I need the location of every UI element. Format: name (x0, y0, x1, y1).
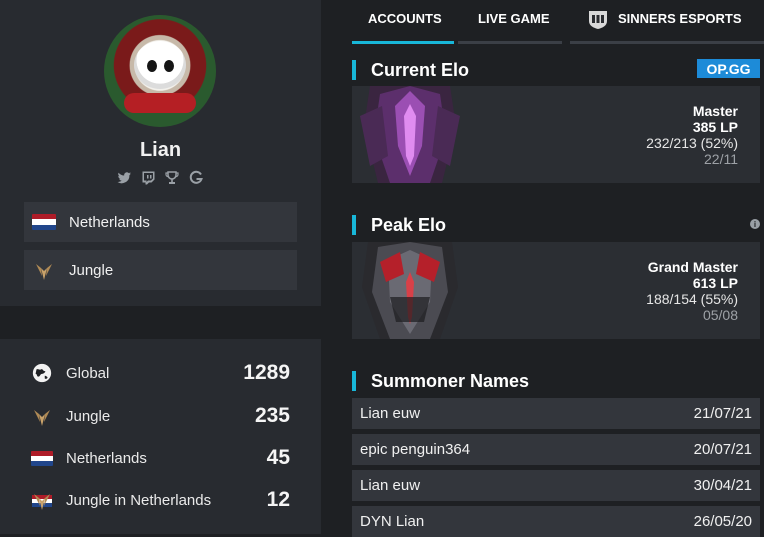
summoner-name: Lian euw (360, 477, 421, 494)
peak-elo-heading: Peak Elo (352, 214, 446, 236)
rank-label: Jungle in Netherlands (66, 491, 212, 509)
profile-panel: Lian Netherlands Jungle (0, 0, 321, 306)
twitter-icon[interactable] (116, 170, 132, 186)
rank-value: 1289 (243, 361, 290, 384)
rank-row-jungle: Jungle 235 (30, 403, 290, 429)
section-title: Current Elo (371, 59, 470, 80)
summoner-name: epic penguin364 (360, 441, 471, 458)
grandmaster-emblem-icon (362, 242, 458, 339)
flag-nl-icon (30, 446, 54, 470)
tier-name: Grand Master (647, 259, 738, 275)
tab-sinners-esports[interactable]: SINNERS ESPORTS (570, 0, 764, 44)
summoner-name: Lian euw (360, 405, 421, 422)
win-loss: 188/154 (55%) (646, 291, 738, 307)
league-points: 385 LP (692, 119, 738, 135)
summoner-date: 30/04/21 (693, 477, 752, 494)
tier-name: Master (692, 103, 738, 119)
trophy-icon[interactable] (164, 170, 180, 186)
country-row: Netherlands (24, 202, 297, 242)
summoner-name: DYN Lian (360, 513, 425, 530)
twitch-icon[interactable] (140, 170, 156, 186)
current-elo-card: Master 385 LP 232/213 (52%) 22/11 (352, 86, 760, 183)
summoner-name-row: DYN Lian 26/05/20 (352, 506, 760, 537)
tab-label: ACCOUNTS (368, 11, 442, 26)
summoner-date: 21/07/21 (693, 405, 752, 422)
avatar (104, 15, 216, 127)
rank-value: 12 (266, 488, 290, 511)
peak-elo-card: Grand Master 613 LP 188/154 (55%) 05/08 (352, 242, 760, 339)
role-label: Jungle (69, 261, 114, 279)
rank-row-netherlands: Netherlands 45 (30, 445, 290, 471)
summoner-date: 20/07/21 (693, 441, 752, 458)
flag-nl-icon (32, 214, 56, 230)
rank-label: Global (66, 364, 110, 382)
section-title: Peak Elo (371, 214, 447, 235)
team-logo-icon (586, 7, 610, 36)
section-title: Summoner Names (371, 370, 530, 391)
summoner-names-heading: Summoner Names (352, 370, 529, 392)
current-elo-heading: Current Elo (352, 59, 469, 81)
info-icon[interactable]: i (750, 219, 760, 229)
summoner-name-row: Lian euw 21/07/21 (352, 398, 760, 429)
rank-row-jungle-netherlands: Jungle in Netherlands 12 (30, 487, 290, 513)
tab-label: SINNERS ESPORTS (618, 11, 742, 26)
jungle-icon (32, 258, 56, 282)
jungle-icon (30, 404, 54, 428)
tab-label: LIVE GAME (478, 11, 550, 26)
rank-value: 235 (254, 404, 290, 427)
rank-label: Netherlands (66, 449, 147, 467)
accounts-column: ACCOUNTS LIVE GAME SINNERS ESPORTS Curre… (352, 0, 764, 537)
rank-row-global: Global 1289 (30, 360, 290, 386)
gamepedia-icon[interactable] (188, 170, 204, 186)
country-label: Netherlands (69, 213, 150, 231)
rank-label: Jungle (66, 407, 111, 425)
tab-accounts[interactable]: ACCOUNTS (352, 0, 454, 44)
social-links (116, 170, 204, 186)
role-row: Jungle (24, 250, 297, 290)
elo-date: 22/11 (704, 151, 738, 167)
master-emblem-icon (360, 86, 460, 183)
summoner-date: 26/05/20 (693, 513, 752, 530)
summoner-name-row: Lian euw 30/04/21 (352, 470, 760, 501)
ladder-ranks-panel: Global 1289 Jungle 235 Netherlands 45 Ju… (0, 339, 321, 534)
elo-date: 05/08 (702, 307, 738, 323)
tab-live-game[interactable]: LIVE GAME (458, 0, 562, 44)
summoner-name-row: epic penguin364 20/07/21 (352, 434, 760, 465)
league-points: 613 LP (692, 275, 738, 291)
rank-value: 45 (266, 446, 290, 469)
globe-icon (30, 361, 54, 385)
opgg-link[interactable]: OP.GG (697, 59, 760, 78)
win-loss: 232/213 (52%) (646, 135, 738, 151)
player-name: Lian (139, 139, 182, 161)
tab-bar: ACCOUNTS LIVE GAME SINNERS ESPORTS (352, 0, 764, 44)
jungle-nl-icon (30, 488, 54, 512)
